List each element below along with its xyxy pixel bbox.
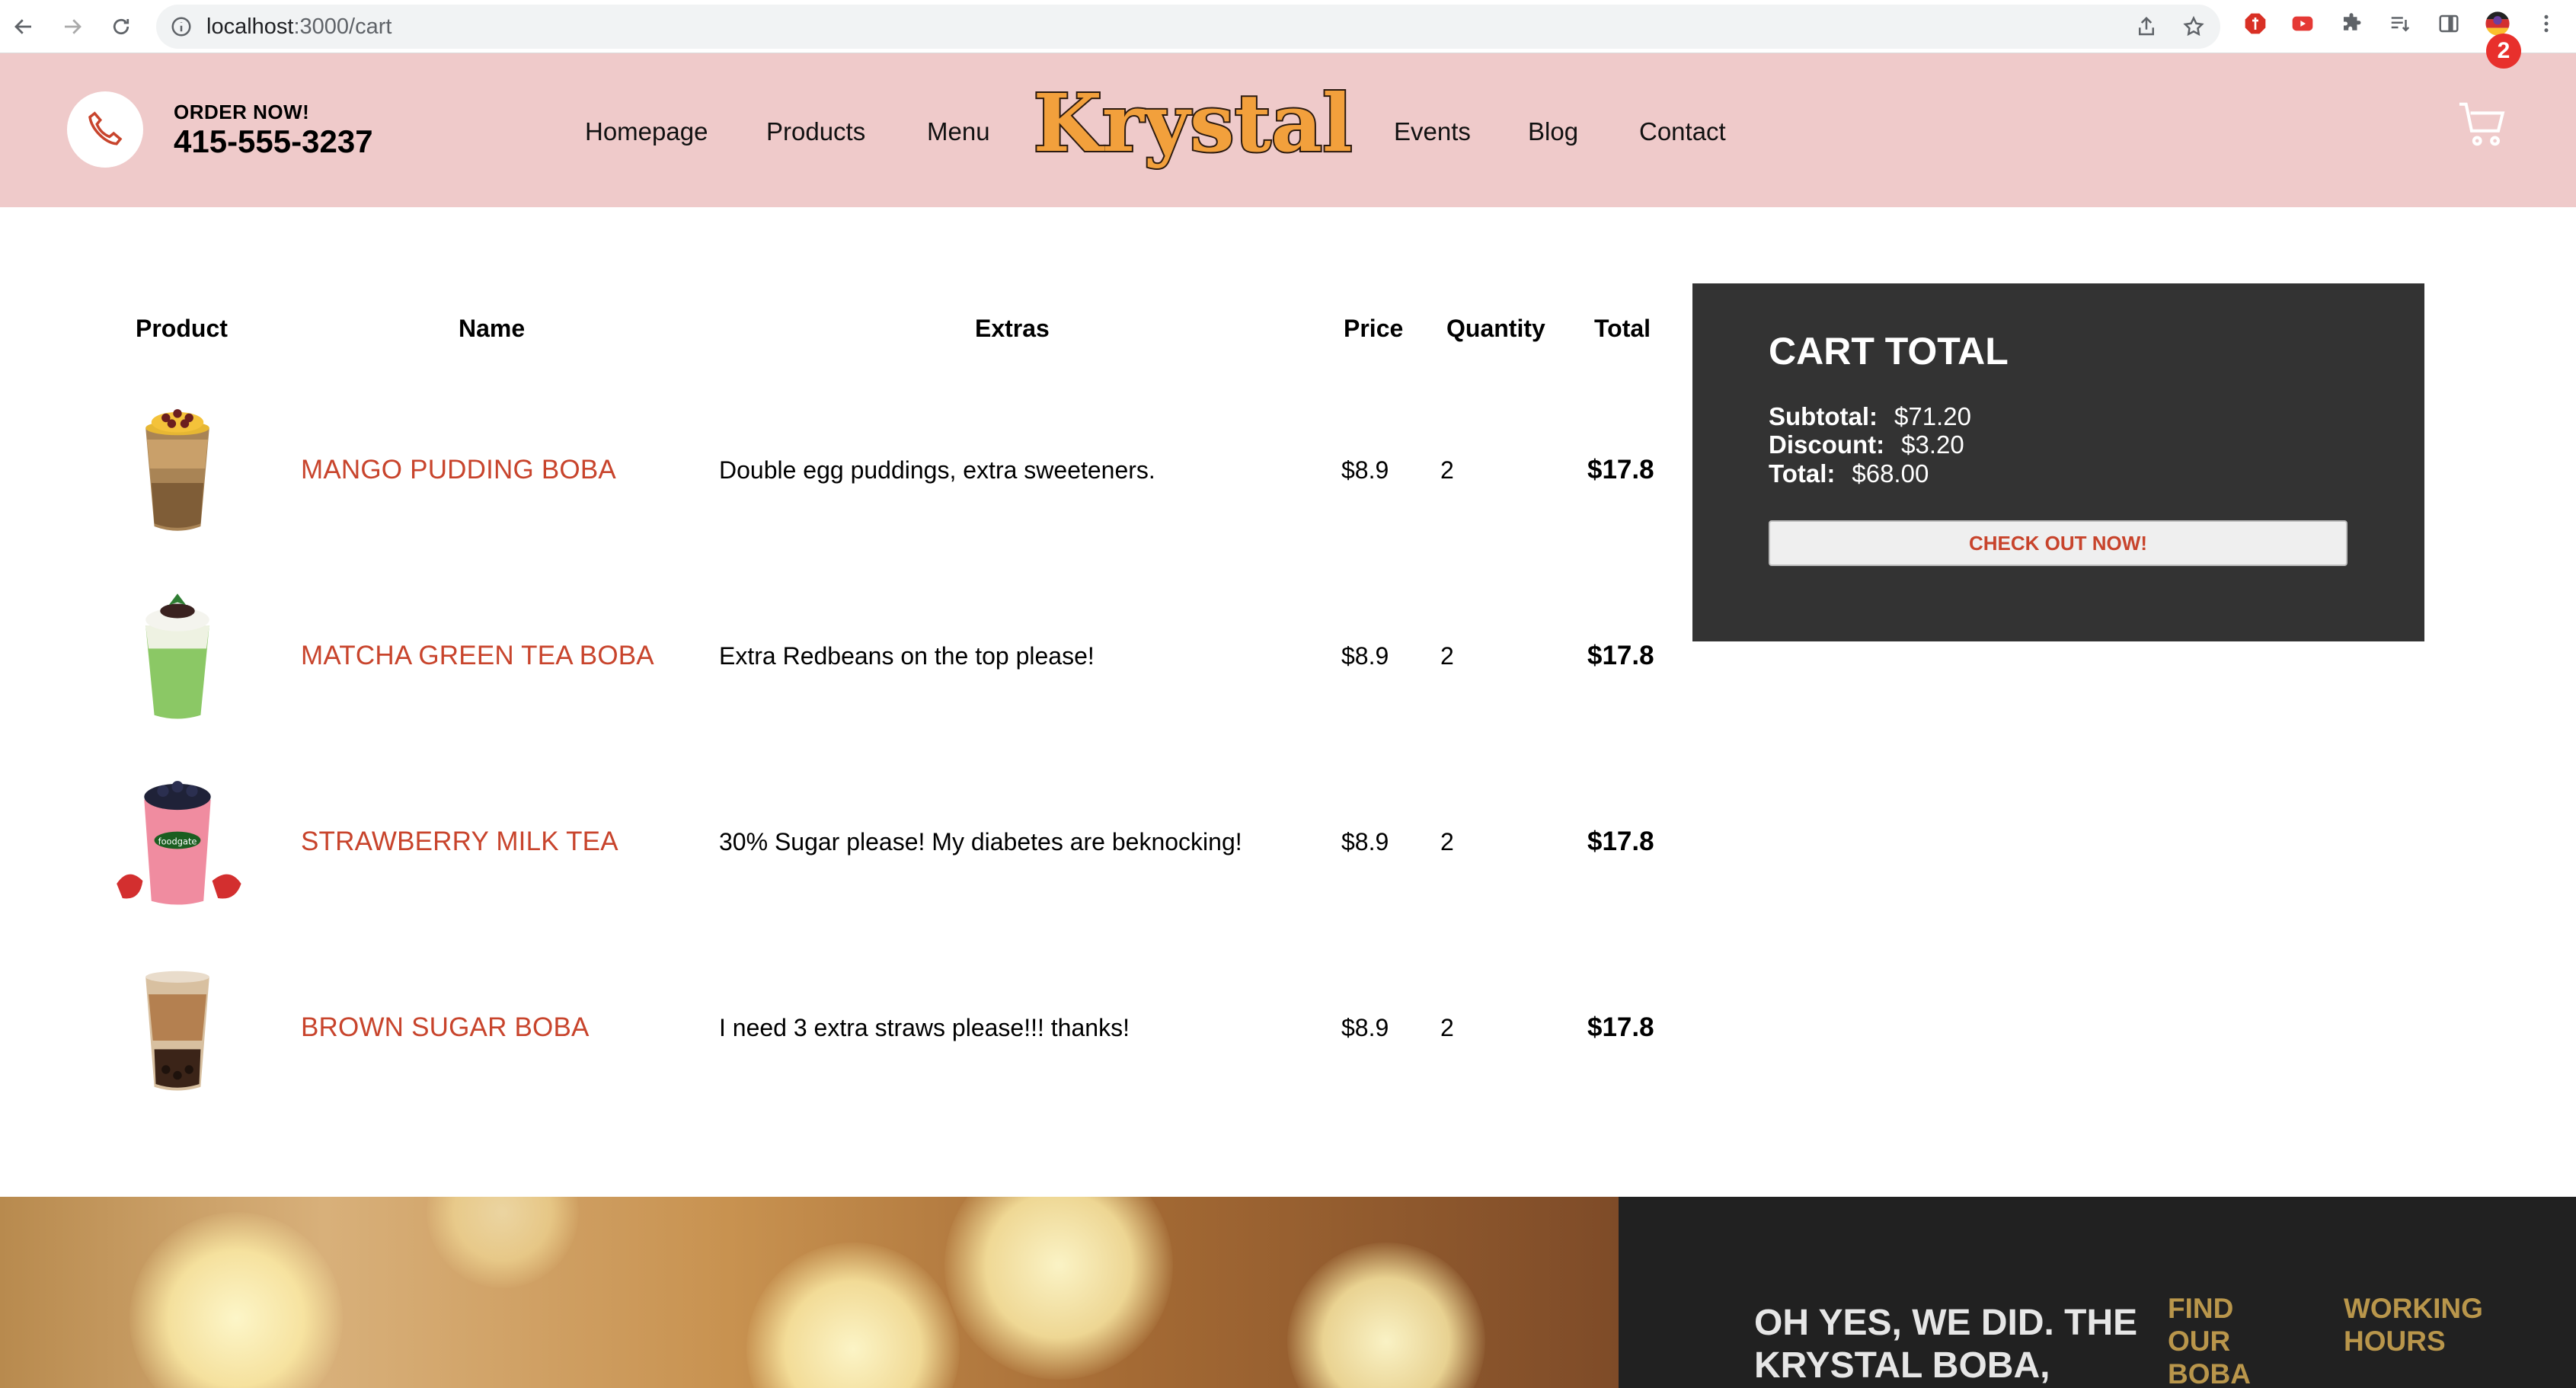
url-text[interactable]: localhost:3000/cart <box>206 14 392 40</box>
product-price: $8.9 <box>1341 1014 1389 1041</box>
table-row: BROWN SUGAR BOBA I need 3 extra straws p… <box>0 934 1676 1120</box>
footer-hours-heading: WORKING HOURS <box>2344 1293 2483 1357</box>
product-extras: Extra Redbeans on the top please! <box>719 642 1095 670</box>
site-header: ORDER NOW! 415-555-3237 Homepage Product… <box>0 53 2576 207</box>
subtotal-line: Subtotal: $71.20 <box>1769 402 1971 431</box>
reading-list-icon[interactable] <box>2387 11 2413 37</box>
product-quantity: 2 <box>1440 642 1454 670</box>
side-panel-icon[interactable] <box>2436 11 2462 37</box>
brown-sugar-boba-image <box>145 971 209 1091</box>
subtotal-label: Subtotal: <box>1769 402 1878 430</box>
product-total: $17.8 <box>1587 827 1654 856</box>
matcha-green-tea-boba-image <box>145 593 209 719</box>
nav-blog[interactable]: Blog <box>1528 117 1578 146</box>
subtotal-value: $71.20 <box>1894 402 1971 430</box>
bookmark-star-icon[interactable] <box>2182 15 2205 38</box>
col-header-quantity: Quantity <box>1446 315 1545 342</box>
cart-total-panel: CART TOTAL Subtotal: $71.20 Discount: $3.2… <box>1692 283 2424 641</box>
col-header-price: Price <box>1344 315 1404 342</box>
product-quantity: 2 <box>1440 456 1454 484</box>
product-extras: Double egg puddings, extra sweeteners. <box>719 456 1155 484</box>
footer-find-heading: FIND OUR BOBA <box>2168 1293 2251 1388</box>
total-line: Total: $68.00 <box>1769 459 1929 488</box>
total-value: $68.00 <box>1852 459 1929 488</box>
cart-count-badge: 2 <box>2486 34 2521 69</box>
product-name[interactable]: MANGO PUDDING BOBA <box>301 455 616 485</box>
order-now-label: ORDER NOW! <box>174 101 310 123</box>
cart-button[interactable] <box>2457 98 2526 166</box>
nav-menu[interactable]: Menu <box>927 117 990 146</box>
product-price: $8.9 <box>1341 456 1389 484</box>
nav-products[interactable]: Products <box>766 117 865 146</box>
nav-homepage[interactable]: Homepage <box>585 117 708 146</box>
discount-label: Discount: <box>1769 430 1885 459</box>
table-row: MANGO PUDDING BOBA Double egg puddings, … <box>0 376 1676 562</box>
product-quantity: 2 <box>1440 828 1454 856</box>
product-name[interactable]: MATCHA GREEN TEA BOBA <box>301 641 654 671</box>
video-extension-icon[interactable] <box>2290 11 2316 37</box>
phone-button[interactable] <box>67 91 143 168</box>
order-phone-number[interactable]: 415-555-3237 <box>174 123 373 160</box>
product-name[interactable]: BROWN SUGAR BOBA <box>301 1012 590 1043</box>
col-header-product: Product <box>136 315 228 342</box>
shopping-cart-icon <box>2459 102 2505 146</box>
strawberry-milk-tea-image: foodgate <box>117 781 241 905</box>
forward-arrow-icon[interactable] <box>55 9 90 44</box>
product-quantity: 2 <box>1440 1014 1454 1041</box>
mango-pudding-boba-image <box>145 409 209 531</box>
nav-contact[interactable]: Contact <box>1639 117 1726 146</box>
product-total: $17.8 <box>1587 455 1654 485</box>
logo-text: Krystal <box>1033 82 1352 170</box>
table-row: foodgate STRAWBERRY MILK TEA 30% Sugar p… <box>0 748 1676 934</box>
product-extras: I need 3 extra straws please!!! thanks! <box>719 1014 1130 1041</box>
discount-value: $3.20 <box>1901 430 1964 459</box>
col-header-total: Total <box>1594 315 1651 342</box>
extensions-puzzle-icon[interactable] <box>2338 11 2364 37</box>
profile-avatar[interactable] <box>2485 11 2510 37</box>
footer-tagline: OH YES, WE DID. THE KRYSTAL BOBA, WELL <box>1754 1303 2138 1386</box>
total-label: Total: <box>1769 459 1836 488</box>
cart-total-title: CART TOTAL <box>1769 330 2009 373</box>
product-total: $17.8 <box>1587 641 1654 670</box>
krystal-logo[interactable]: Krystal <box>1027 82 1359 174</box>
browser-toolbar: localhost:3000/cart <box>0 0 2576 53</box>
browser-menu-icon[interactable] <box>2533 11 2559 37</box>
svg-text:foodgate: foodgate <box>158 836 197 847</box>
footer-bokeh-image <box>0 1197 1619 1388</box>
col-header-name: Name <box>459 315 526 342</box>
col-header-extras: Extras <box>975 315 1050 342</box>
back-arrow-icon[interactable] <box>6 9 41 44</box>
share-icon[interactable] <box>2135 15 2158 38</box>
product-name[interactable]: STRAWBERRY MILK TEA <box>301 827 618 857</box>
nav-events[interactable]: Events <box>1394 117 1471 146</box>
address-bar[interactable]: localhost:3000/cart <box>156 5 2220 49</box>
site-info-icon[interactable] <box>170 15 193 38</box>
product-price: $8.9 <box>1341 828 1389 856</box>
discount-line: Discount: $3.20 <box>1769 430 1964 459</box>
checkout-button[interactable]: CHECK OUT NOW! <box>1769 520 2347 566</box>
product-total: $17.8 <box>1587 1012 1654 1042</box>
table-row: MATCHA GREEN TEA BOBA Extra Redbeans on … <box>0 562 1676 748</box>
product-extras: 30% Sugar please! My diabetes are beknoc… <box>719 828 1242 856</box>
product-price: $8.9 <box>1341 642 1389 670</box>
phone-icon <box>88 111 123 146</box>
reload-icon[interactable] <box>104 9 139 44</box>
adblock-extension-icon[interactable] <box>2242 11 2268 37</box>
